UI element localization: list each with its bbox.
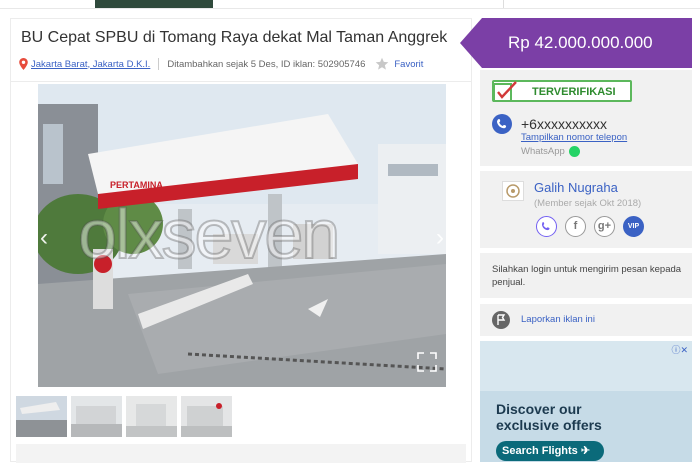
- description-bar: [16, 444, 466, 463]
- ad-headline: Discover our exclusive offers: [496, 401, 602, 433]
- listing-title: BU Cepat SPBU di Tomang Raya dekat Mal T…: [21, 29, 448, 46]
- listing-meta: Jakarta Barat, Jakarta D.K.I. Ditambahka…: [19, 57, 423, 71]
- whatsapp-label: WhatsApp: [521, 146, 565, 157]
- location-link[interactable]: Jakarta Barat, Jakarta D.K.I.: [31, 59, 150, 70]
- thumbnail-strip: [16, 396, 232, 437]
- header-border: [0, 8, 700, 9]
- prev-photo-icon[interactable]: ‹: [40, 224, 48, 252]
- show-phone-link[interactable]: Tampilkan nomor telepon: [521, 132, 627, 143]
- thumbnail[interactable]: [16, 396, 67, 437]
- main-photo[interactable]: PERTAMINA olxseven ‹ ›: [38, 84, 446, 387]
- search-flights-button[interactable]: Search Flights ✈: [496, 441, 604, 461]
- seller-card: Galih Nugraha (Member sejak Okt 2018) f …: [480, 171, 692, 248]
- top-banner-strip: [95, 0, 213, 8]
- whatsapp-row: WhatsApp: [521, 146, 580, 157]
- vip-badge: VIP: [623, 216, 644, 237]
- ad-close-icon[interactable]: ⓘ✕: [671, 343, 688, 356]
- map-pin-icon: [19, 58, 28, 70]
- member-since: (Member sejak Okt 2018): [534, 198, 642, 209]
- whatsapp-icon[interactable]: [568, 146, 580, 157]
- station-brand-text: PERTAMINA: [110, 180, 163, 190]
- seller-name[interactable]: Galih Nugraha: [534, 180, 618, 195]
- viber-icon[interactable]: [536, 216, 557, 237]
- phone-icon: [492, 114, 512, 134]
- plane-icon: ✈: [580, 445, 591, 457]
- google-plus-icon[interactable]: g+: [594, 216, 615, 237]
- report-card[interactable]: Laporkan iklan ini: [480, 304, 692, 336]
- watermark-text: olxseven: [77, 194, 341, 274]
- avatar[interactable]: [502, 181, 524, 201]
- verified-badge: TERVERIFIKASI: [492, 80, 632, 102]
- next-photo-icon[interactable]: ›: [436, 224, 444, 252]
- verified-label: TERVERIFIKASI: [532, 86, 616, 98]
- meta-separator: [158, 58, 160, 70]
- added-info: Ditambahkan sejak 5 Des, ID iklan: 50290…: [167, 58, 366, 70]
- ad-banner[interactable]: ⓘ✕ Discover our exclusive offers Search …: [480, 341, 692, 462]
- star-icon[interactable]: [375, 57, 389, 71]
- phone-number: +6xxxxxxxxxx: [521, 116, 607, 132]
- title-divider: [11, 81, 471, 82]
- social-icons: f g+ VIP: [536, 216, 644, 237]
- flag-icon: [492, 311, 510, 329]
- facebook-icon[interactable]: f: [565, 216, 586, 237]
- thumbnail[interactable]: [71, 396, 122, 437]
- contact-card: TERVERIFIKASI +6xxxxxxxxxx Tampilkan nom…: [480, 70, 692, 166]
- verified-check-icon: [493, 81, 517, 102]
- header-divider: [503, 0, 504, 8]
- fullscreen-icon[interactable]: [416, 351, 438, 373]
- favorite-link[interactable]: Favorit: [394, 59, 423, 70]
- thumbnail[interactable]: [126, 396, 177, 437]
- ad-image: [480, 341, 692, 391]
- report-link[interactable]: Laporkan iklan ini: [521, 314, 595, 325]
- thumbnail[interactable]: [181, 396, 232, 437]
- login-note-card: Silahkan login untuk mengirim pesan kepa…: [480, 253, 692, 298]
- listing-panel: BU Cepat SPBU di Tomang Raya dekat Mal T…: [10, 18, 472, 463]
- price-value: Rp 42.000.000.000: [508, 33, 653, 52]
- search-flights-label: Search Flights: [502, 445, 578, 457]
- login-note: Silahkan login untuk mengirim pesan kepa…: [492, 264, 682, 288]
